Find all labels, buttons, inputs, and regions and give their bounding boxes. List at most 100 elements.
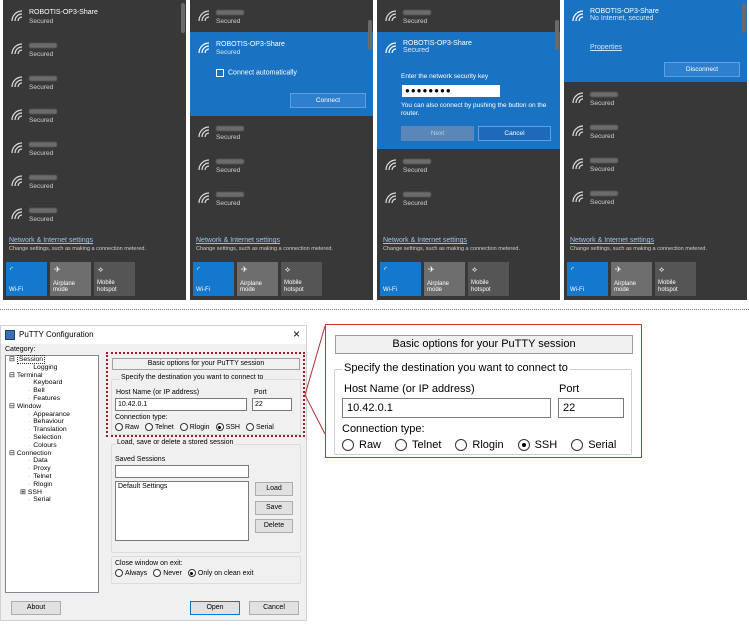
- wifi-tile[interactable]: ◜ Wi-Fi: [380, 262, 421, 296]
- zoom-connection-type-label: Connection type:: [342, 423, 425, 435]
- saved-sessions-input[interactable]: [115, 465, 249, 478]
- scrollbar[interactable]: [368, 20, 372, 50]
- tree-item-features[interactable]: · Features: [6, 395, 98, 403]
- collapse-icon[interactable]: ⊟: [9, 403, 15, 410]
- network-settings-link[interactable]: Network & Internet settings: [570, 237, 743, 244]
- tree-item-logging[interactable]: · Logging: [6, 364, 98, 372]
- tree-item-proxy[interactable]: · Proxy: [6, 465, 98, 473]
- category-tree[interactable]: ⊟ Session · Logging ⊟ Terminal · Keyboard · Bell ·…: [5, 355, 99, 593]
- network-item[interactable]: Secured: [377, 0, 560, 32]
- network-item-connected[interactable]: ROBOTIS-OP3-Share No Internet, secured P…: [564, 0, 747, 82]
- zoom-conn-type-radio-telnet[interactable]: [395, 438, 408, 451]
- network-item[interactable]: Secured: [3, 99, 186, 132]
- zoom-conn-type-radio-raw[interactable]: [342, 438, 354, 451]
- sessions-list[interactable]: Default Settings: [115, 481, 249, 541]
- network-item[interactable]: Secured: [3, 132, 186, 165]
- tree-item-keyboard[interactable]: · Keyboard: [6, 379, 98, 387]
- tree-item-terminal[interactable]: ⊟ Terminal: [6, 372, 98, 380]
- close-exit-radio-always[interactable]: [115, 569, 123, 577]
- putty-titlebar[interactable]: PuTTY Configuration ×: [1, 326, 306, 344]
- airplane-mode-tile[interactable]: ✈ Airplane mode: [237, 262, 278, 296]
- tree-item-ssh[interactable]: ⊞ SSH: [6, 489, 98, 497]
- network-item[interactable]: Secured: [3, 198, 186, 231]
- tree-item-behaviour[interactable]: · Behaviour: [6, 418, 98, 426]
- close-exit-radio-never[interactable]: [153, 569, 162, 577]
- connect-automatically-row[interactable]: Connect automatically: [216, 69, 297, 77]
- session-list-item[interactable]: Default Settings: [118, 483, 246, 490]
- cancel-button[interactable]: Cancel: [249, 601, 299, 615]
- zoom-conn-type-radio-rlogin[interactable]: [455, 438, 468, 451]
- load-button[interactable]: Load: [255, 482, 293, 496]
- tree-item-appearance[interactable]: · Appearance: [6, 411, 98, 419]
- zoom-host-name-input[interactable]: 10.42.0.1: [342, 398, 551, 418]
- tree-item-connection[interactable]: ⊟ Connection: [6, 450, 98, 458]
- open-button[interactable]: Open: [190, 601, 240, 615]
- airplane-mode-tile[interactable]: ✈ Airplane mode: [611, 262, 652, 296]
- connect-automatically-checkbox[interactable]: [216, 69, 224, 77]
- wifi-tile[interactable]: ◜ Wi-Fi: [6, 262, 47, 296]
- collapse-icon[interactable]: ⊟: [9, 450, 15, 457]
- network-settings-link[interactable]: Network & Internet settings: [383, 237, 556, 244]
- zoom-port-input[interactable]: 22: [558, 398, 624, 418]
- delete-button[interactable]: Delete: [255, 519, 293, 533]
- scrollbar[interactable]: [742, 3, 746, 33]
- properties-link[interactable]: Properties: [590, 44, 622, 51]
- tree-item-telnet[interactable]: · Telnet: [6, 473, 98, 481]
- network-item[interactable]: Secured: [377, 182, 560, 215]
- mobile-hotspot-tile[interactable]: ⟡ Mobile hotspot: [94, 262, 135, 296]
- tree-connector: ·: [28, 363, 31, 371]
- tree-item-label: Telnet: [33, 472, 52, 480]
- network-item[interactable]: Secured: [190, 0, 373, 32]
- network-item-expanded[interactable]: ROBOTIS-OP3-Share Secured Connect automa…: [190, 32, 373, 116]
- zoom-conn-type-radio-serial[interactable]: [571, 438, 584, 451]
- collapse-icon[interactable]: ⊟: [9, 372, 15, 379]
- network-item[interactable]: Secured: [564, 82, 747, 115]
- zoom-conn-type-radio-ssh[interactable]: [517, 438, 530, 451]
- scrollbar[interactable]: [181, 3, 185, 33]
- network-item[interactable]: Secured: [3, 33, 186, 66]
- mobile-hotspot-tile[interactable]: ⟡ Mobile hotspot: [468, 262, 509, 296]
- tree-item-data[interactable]: · Data: [6, 457, 98, 465]
- tree-item-serial[interactable]: · Serial: [6, 496, 98, 504]
- network-settings-link[interactable]: Network & Internet settings: [196, 237, 369, 244]
- network-item[interactable]: Secured: [564, 148, 747, 181]
- security-key-input[interactable]: ●●●●●●●●: [401, 84, 501, 98]
- collapse-icon[interactable]: ⊟: [9, 356, 15, 363]
- wifi-tile[interactable]: ◜ Wi-Fi: [567, 262, 608, 296]
- mobile-hotspot-tile[interactable]: ⟡ Mobile hotspot: [281, 262, 322, 296]
- save-button[interactable]: Save: [255, 501, 293, 515]
- network-item-expanded[interactable]: ROBOTIS-OP3-Share Secured Enter the netw…: [377, 32, 560, 149]
- network-item[interactable]: Secured: [564, 181, 747, 214]
- mobile-hotspot-tile[interactable]: ⟡ Mobile hotspot: [655, 262, 696, 296]
- wifi-tile[interactable]: ◜ Wi-Fi: [193, 262, 234, 296]
- tree-item-selection[interactable]: · Selection: [6, 434, 98, 442]
- tree-item-colours[interactable]: · Colours: [6, 442, 98, 450]
- close-exit-radio-only-on-clean-exit[interactable]: [187, 569, 196, 577]
- about-button[interactable]: About: [11, 601, 61, 615]
- network-item[interactable]: Secured: [190, 182, 373, 215]
- tree-item-session[interactable]: ⊟ Session: [6, 355, 98, 364]
- network-item[interactable]: Secured: [190, 149, 373, 182]
- tree-item-translation[interactable]: · Translation: [6, 426, 98, 434]
- network-item[interactable]: Secured: [564, 115, 747, 148]
- tree-item-window[interactable]: ⊟ Window: [6, 403, 98, 411]
- disconnect-button[interactable]: Disconnect: [664, 62, 740, 77]
- connect-button[interactable]: Connect: [290, 93, 366, 108]
- network-item[interactable]: Secured: [190, 116, 373, 149]
- network-name-redacted: [590, 124, 618, 130]
- scrollbar[interactable]: [555, 20, 559, 50]
- tree-item-bell[interactable]: · Bell: [6, 387, 98, 395]
- network-item[interactable]: Secured: [3, 66, 186, 99]
- airplane-mode-tile[interactable]: ✈ Airplane mode: [424, 262, 465, 296]
- airplane-mode-tile[interactable]: ✈ Airplane mode: [50, 262, 91, 296]
- next-button[interactable]: Next: [401, 126, 474, 141]
- network-item[interactable]: Secured: [377, 149, 560, 182]
- hotspot-icon: ⟡: [659, 265, 665, 274]
- cancel-button[interactable]: Cancel: [478, 126, 551, 141]
- network-item[interactable]: Secured: [3, 165, 186, 198]
- expand-icon[interactable]: ⊞: [20, 489, 26, 496]
- network-item[interactable]: ROBOTIS-OP3-Share Secured: [3, 0, 186, 33]
- tree-item-rlogin[interactable]: · Rlogin: [6, 481, 98, 489]
- close-icon[interactable]: ×: [293, 327, 300, 341]
- network-settings-link[interactable]: Network & Internet settings: [9, 237, 182, 244]
